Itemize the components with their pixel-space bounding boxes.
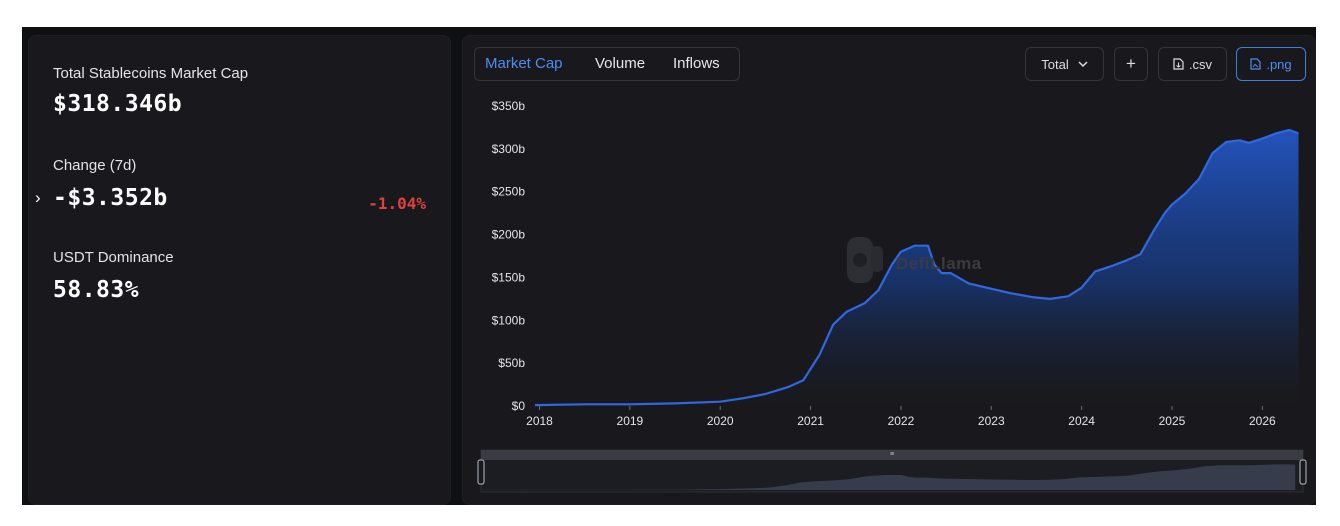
- y-tick-label: $250b: [492, 185, 526, 199]
- range-brush[interactable]: ≡: [477, 449, 1307, 493]
- x-tick-label: 2025: [1159, 414, 1186, 428]
- dominance-value: 58.83%: [53, 277, 140, 303]
- change-value: -$3.352b: [53, 185, 168, 211]
- market-cap-label: Total Stablecoins Market Cap: [53, 65, 249, 82]
- y-tick-label: $150b: [492, 270, 526, 284]
- chart-svg: $0 $50b $100b $150b $200b $250b $300b $350b 201…: [477, 99, 1307, 493]
- x-axis: 2018 2019 2020 2021 2022 2023 2024 2025 2026: [526, 406, 1276, 428]
- chart-panel: Market Cap Volume Inflows Total + .csv .…: [462, 35, 1316, 505]
- y-tick-label: $50b: [498, 356, 525, 370]
- brush-grip-icon[interactable]: ≡: [890, 451, 894, 458]
- x-tick-label: 2021: [797, 414, 824, 428]
- x-tick-label: 2018: [526, 414, 553, 428]
- x-tick-label: 2022: [888, 414, 915, 428]
- x-tick-label: 2024: [1068, 414, 1095, 428]
- y-tick-label: $350b: [492, 99, 526, 113]
- x-tick-label: 2026: [1249, 414, 1276, 428]
- dominance-label: USDT Dominance: [53, 249, 174, 266]
- x-tick-label: 2023: [978, 414, 1005, 428]
- chevron-right-icon[interactable]: ›: [35, 188, 41, 208]
- x-tick-label: 2019: [617, 414, 644, 428]
- change-percent: -1.04%: [368, 194, 426, 213]
- market-cap-value: $318.346b: [53, 91, 183, 117]
- y-tick-label: $100b: [492, 313, 526, 327]
- watermark-text: DefiLlama: [896, 254, 982, 273]
- y-tick-label: $200b: [492, 228, 526, 242]
- brush-right-handle[interactable]: [1299, 459, 1307, 485]
- brush-left-handle[interactable]: [477, 459, 485, 485]
- y-axis: $0 $50b $100b $150b $200b $250b $300b $350b: [492, 99, 526, 413]
- y-tick-label: $0: [512, 399, 526, 413]
- change-label: Change (7d): [53, 157, 137, 174]
- y-tick-label: $300b: [492, 142, 526, 156]
- watermark-logo: [847, 237, 883, 283]
- stats-panel: Total Stablecoins Market Cap $318.346b C…: [28, 35, 451, 505]
- x-tick-label: 2020: [707, 414, 734, 428]
